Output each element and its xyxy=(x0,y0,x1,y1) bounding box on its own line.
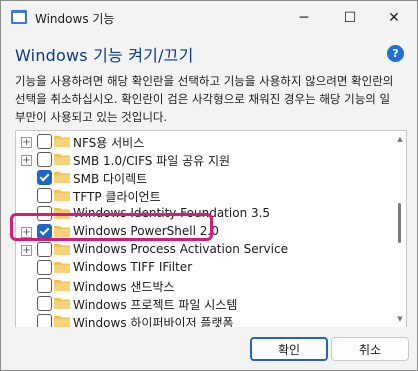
help-icon[interactable]: ? xyxy=(387,45,404,62)
feature-row[interactable]: Windows TIFF IFilter xyxy=(16,259,386,277)
features-panel: Windows 기능 켜기/끄기 ? 기능을 사용하려면 해당 확인란을 선택하… xyxy=(1,34,417,328)
dialog-footer: 확인 취소 xyxy=(1,327,417,370)
feature-checkbox[interactable] xyxy=(37,134,52,149)
scroll-up-icon[interactable]: ▲ xyxy=(396,135,404,143)
feature-label: Windows 샌드박스 xyxy=(73,280,175,294)
feature-checkbox[interactable] xyxy=(37,170,52,185)
feature-row[interactable]: Windows 샌드박스 xyxy=(16,277,386,295)
page-title: Windows 기능 켜기/끄기 xyxy=(15,46,194,65)
window-title: Windows 기능 xyxy=(35,12,115,26)
feature-row[interactable]: + SMB 1.0/CIFS 파일 공유 지원 xyxy=(16,151,386,169)
app-icon xyxy=(11,10,27,24)
feature-label: Windows 하이퍼바이저 플랫폼 xyxy=(73,316,234,328)
feature-row[interactable]: Windows 하이퍼바이저 플랫폼 xyxy=(16,313,386,328)
feature-label: SMB 다이렉트 xyxy=(73,172,148,186)
folder-icon xyxy=(54,244,70,255)
feature-checkbox[interactable] xyxy=(37,152,52,167)
feature-checkbox[interactable] xyxy=(37,188,52,203)
expand-icon[interactable]: + xyxy=(21,245,32,256)
minimize-icon: ─ xyxy=(299,9,309,26)
feature-label: Windows 프로젝트 파일 시스템 xyxy=(73,298,238,312)
cancel-button[interactable]: 취소 xyxy=(331,337,409,361)
folder-icon xyxy=(54,154,70,165)
highlight-annotation xyxy=(10,213,213,241)
expand-icon[interactable]: + xyxy=(21,155,32,166)
folder-icon xyxy=(54,190,70,201)
folder-icon xyxy=(54,298,70,309)
feature-label: Windows Process Activation Service xyxy=(73,242,288,256)
close-button[interactable]: ✕ xyxy=(371,1,417,34)
feature-row[interactable]: SMB 다이렉트 xyxy=(16,169,386,187)
folder-icon xyxy=(54,172,70,183)
feature-label: NFS용 서비스 xyxy=(73,136,145,150)
feature-checkbox[interactable] xyxy=(37,260,52,275)
folder-icon xyxy=(54,280,70,291)
maximize-button[interactable]: ☐ xyxy=(327,1,373,34)
folder-icon xyxy=(54,262,70,273)
feature-label: TFTP 클라이언트 xyxy=(73,190,161,204)
feature-label: Windows TIFF IFilter xyxy=(73,260,193,274)
feature-checkbox[interactable] xyxy=(37,242,52,257)
feature-row[interactable]: + Windows Process Activation Service xyxy=(16,241,386,259)
windows-features-dialog: Windows 기능 ─ ☐ ✕ Windows 기능 켜기/끄기 ? 기능을 … xyxy=(0,0,418,371)
title-bar: Windows 기능 ─ ☐ ✕ xyxy=(1,1,417,34)
feature-row[interactable]: + NFS용 서비스 xyxy=(16,133,386,151)
ok-button[interactable]: 확인 xyxy=(250,337,328,361)
vertical-scrollbar[interactable]: ▲ ▼ xyxy=(394,131,406,327)
feature-row[interactable]: TFTP 클라이언트 xyxy=(16,187,386,205)
minimize-button[interactable]: ─ xyxy=(281,1,327,34)
maximize-icon: ☐ xyxy=(343,9,357,26)
feature-checkbox[interactable] xyxy=(37,296,52,311)
expand-icon[interactable]: + xyxy=(21,137,32,148)
folder-icon xyxy=(54,316,70,327)
scroll-down-icon[interactable]: ▼ xyxy=(396,315,404,323)
feature-label: SMB 1.0/CIFS 파일 공유 지원 xyxy=(73,154,231,168)
folder-icon xyxy=(54,136,70,147)
feature-checkbox[interactable] xyxy=(37,278,52,293)
description-text: 기능을 사용하려면 해당 확인란을 선택하고 기능을 사용하지 않으려면 확인란… xyxy=(15,74,394,124)
feature-checkbox[interactable] xyxy=(37,314,52,327)
close-icon: ✕ xyxy=(388,9,400,26)
feature-row[interactable]: Windows 프로젝트 파일 시스템 xyxy=(16,295,386,313)
scroll-thumb[interactable] xyxy=(398,203,401,243)
